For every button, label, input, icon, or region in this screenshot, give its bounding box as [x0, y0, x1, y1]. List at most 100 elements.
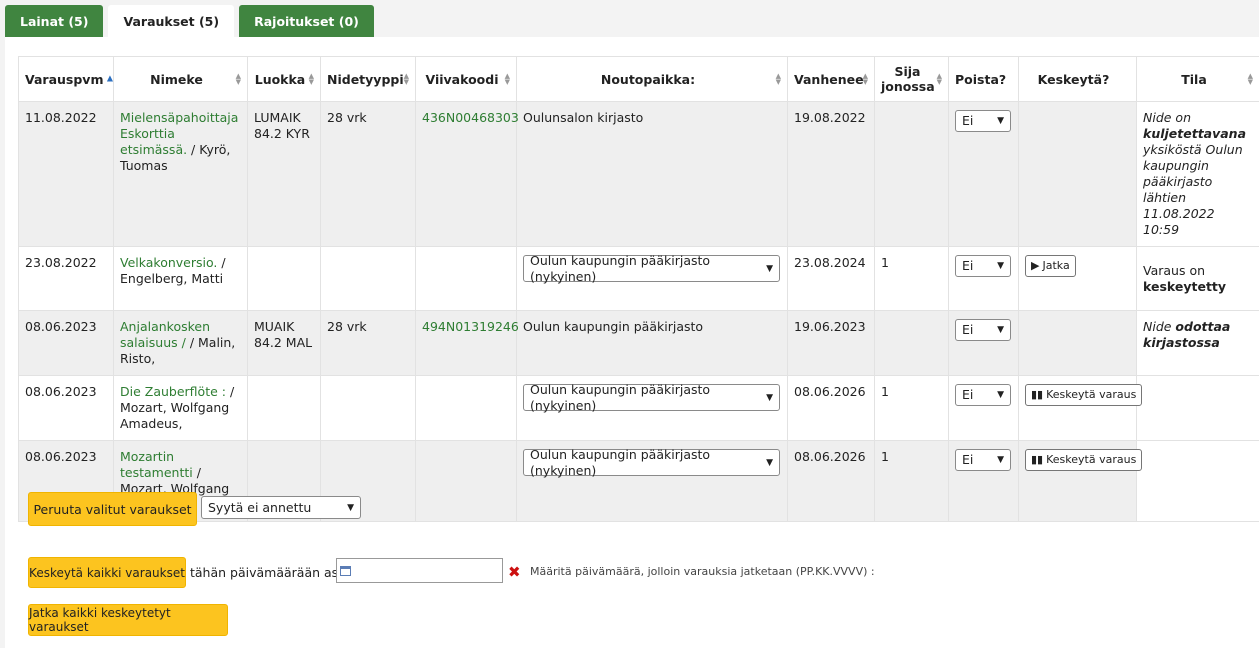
delete-select[interactable]: Ei ▼ — [955, 384, 1011, 406]
sort-asc-icon: ▲ — [106, 73, 113, 83]
barcode-link[interactable]: 436N00468303 — [422, 110, 519, 125]
resume-button[interactable]: ▶ Jatka — [1025, 255, 1076, 277]
chevron-down-icon: ▼ — [997, 261, 1004, 271]
expires-cell: 08.06.2026 — [787, 440, 875, 522]
sort-icon: ▲ ▼ — [936, 72, 942, 86]
delete-select[interactable]: Ei ▼ — [955, 319, 1011, 341]
status-cell: Nide odottaa kirjastossa — [1136, 310, 1259, 376]
col-viivakoodi[interactable]: Viivakoodi ▲ ▼ — [415, 56, 517, 102]
pickup-cell: Oulun kaupungin pääkirjasto — [516, 310, 788, 376]
chevron-down-icon: ▼ — [766, 263, 773, 274]
col-keskeyta[interactable]: Keskeytä? — [1018, 56, 1137, 102]
col-luokka[interactable]: Luokka ▲ ▼ — [247, 56, 321, 102]
sort-icon: ▲ ▼ — [308, 72, 314, 86]
table-row: 08.06.2023 Anjalankosken salaisuus / / M… — [18, 310, 1259, 376]
suspend-cell: ▮▮ Keskeytä varaus — [1018, 440, 1143, 522]
pickup-cell: Oulunsalon kirjasto — [516, 101, 788, 247]
expires-cell: 19.06.2023 — [787, 310, 875, 376]
suspend-cell: ▶ Jatka — [1018, 246, 1137, 311]
title-link[interactable]: Mozartin testamentti — [120, 449, 193, 480]
queue-cell — [874, 101, 949, 247]
reason-select[interactable]: Syytä ei annettu ▼ — [201, 496, 361, 519]
chevron-down-icon: ▼ — [347, 502, 354, 513]
status-cell: Nide on kuljetettavana yksiköstä Oulun k… — [1136, 101, 1259, 247]
clear-date-icon[interactable]: ✖ — [508, 563, 521, 581]
calendar-icon[interactable] — [340, 565, 351, 576]
nidetyyppi-cell — [320, 246, 416, 311]
pickup-select[interactable]: Oulun kaupungin pääkirjasto (nykyinen) ▼ — [523, 447, 780, 478]
pickup-select[interactable]: Oulun kaupungin pääkirjasto (nykyinen) ▼ — [523, 253, 780, 284]
hold-date: 08.06.2023 — [18, 375, 114, 441]
expires-cell: 19.08.2022 — [787, 101, 875, 247]
resume-all-button[interactable]: Jatka kaikki keskeytetyt varaukset — [28, 604, 228, 636]
suspend-button[interactable]: ▮▮ Keskeytä varaus — [1025, 384, 1143, 406]
pickup-select[interactable]: Oulun kaupungin pääkirjasto (nykyinen) ▼ — [523, 382, 780, 413]
col-sija[interactable]: Sija jonossa ▲ ▼ — [874, 56, 949, 102]
expires-cell: 08.06.2026 — [787, 375, 875, 441]
col-nimeke[interactable]: Nimeke ▲ ▼ — [113, 56, 248, 102]
sort-icon: ▲ ▼ — [1247, 72, 1253, 86]
play-icon: ▶ — [1031, 259, 1040, 272]
nidetyyppi-cell: 28 vrk — [320, 310, 416, 376]
col-tila[interactable]: Tila ▲ ▼ — [1136, 56, 1259, 102]
col-nidetyyppi[interactable]: Nidetyyppi ▲ ▼ — [320, 56, 416, 102]
status-cell — [1136, 375, 1259, 441]
cancel-selected-button[interactable]: Peruuta valitut varaukset — [28, 492, 197, 526]
col-varauspvm[interactable]: Varauspvm ▲ — [18, 56, 114, 102]
suspend-button[interactable]: ▮▮ Keskeytä varaus — [1025, 449, 1143, 471]
delete-cell: Ei ▼ — [948, 375, 1019, 441]
tab-lainat[interactable]: Lainat (5) — [5, 5, 104, 37]
title-cell: Mielensäpahoittaja Eskorttia etsimässä. … — [113, 101, 248, 247]
suspend-cell — [1018, 101, 1137, 247]
queue-cell: 1 — [874, 440, 949, 522]
delete-cell: Ei ▼ — [948, 310, 1019, 376]
chevron-down-icon: ▼ — [766, 457, 773, 468]
suspend-all-button[interactable]: Keskeytä kaikki varaukset — [28, 557, 186, 588]
barcode-cell: 494N01319246 — [415, 310, 519, 376]
luokka-cell — [247, 375, 321, 441]
holds-table: Varauspvm ▲ Nimeke ▲ ▼ Luokka ▲ ▼ Nidetyyppi ▲… — [18, 56, 1259, 522]
chevron-down-icon: ▼ — [997, 390, 1004, 400]
title-link[interactable]: Velkakonversio. — [120, 255, 217, 270]
suspend-cell: ▮▮ Keskeytä varaus — [1018, 375, 1143, 441]
status-cell: Varaus on keskeytetty — [1136, 246, 1259, 311]
barcode-cell — [415, 440, 517, 522]
hold-date: 23.08.2022 — [18, 246, 114, 311]
hold-date: 11.08.2022 — [18, 101, 114, 247]
col-poista[interactable]: Poista? — [948, 56, 1019, 102]
hold-date: 08.06.2023 — [18, 310, 114, 376]
sort-icon: ▲ ▼ — [775, 72, 781, 86]
title-cell: Die Zauberflöte : / Mozart, Wolfgang Ama… — [113, 375, 248, 441]
luokka-cell: MUAIK 84.2 MAL — [247, 310, 321, 376]
chevron-down-icon: ▼ — [766, 392, 773, 403]
holds-panel: Varauspvm ▲ Nimeke ▲ ▼ Luokka ▲ ▼ Nidetyyppi ▲… — [5, 37, 1259, 648]
chevron-down-icon: ▼ — [997, 116, 1004, 126]
col-vanhenee[interactable]: Vanhenee ▲ ▼ — [787, 56, 875, 102]
chevron-down-icon: ▼ — [997, 325, 1004, 335]
nidetyyppi-cell — [320, 375, 416, 441]
status-cell — [1136, 440, 1259, 522]
pause-icon: ▮▮ — [1031, 453, 1044, 466]
delete-select[interactable]: Ei ▼ — [955, 449, 1011, 471]
date-input[interactable] — [336, 558, 503, 583]
col-noutopaikka[interactable]: Noutopaikka: ▲ ▼ — [516, 56, 788, 102]
queue-cell: 1 — [874, 246, 949, 311]
title-link[interactable]: Die Zauberflöte : — [120, 384, 226, 399]
barcode-link[interactable]: 494N01319246 — [422, 319, 519, 334]
tab-rajoitukset[interactable]: Rajoitukset (0) — [239, 5, 374, 37]
delete-cell: Ei ▼ — [948, 246, 1019, 311]
pause-icon: ▮▮ — [1031, 388, 1044, 401]
suspend-cell — [1018, 310, 1137, 376]
sort-icon: ▲ ▼ — [235, 72, 241, 86]
sort-icon: ▲ ▼ — [504, 72, 510, 86]
table-row: 08.06.2023 Die Zauberflöte : / Mozart, W… — [18, 375, 1259, 441]
table-row: 11.08.2022 Mielensäpahoittaja Eskorttia … — [18, 101, 1259, 247]
delete-select[interactable]: Ei ▼ — [955, 110, 1011, 132]
chevron-down-icon: ▼ — [997, 455, 1004, 465]
date-hint: Määritä päivämäärä, jolloin varauksia ja… — [530, 565, 875, 578]
tab-bar: Lainat (5) Varaukset (5) Rajoitukset (0) — [5, 5, 374, 38]
nidetyyppi-cell: 28 vrk — [320, 101, 416, 247]
tab-varaukset[interactable]: Varaukset (5) — [108, 5, 235, 38]
delete-select[interactable]: Ei ▼ — [955, 255, 1011, 277]
title-cell: Anjalankosken salaisuus / / Malin, Risto… — [113, 310, 248, 376]
